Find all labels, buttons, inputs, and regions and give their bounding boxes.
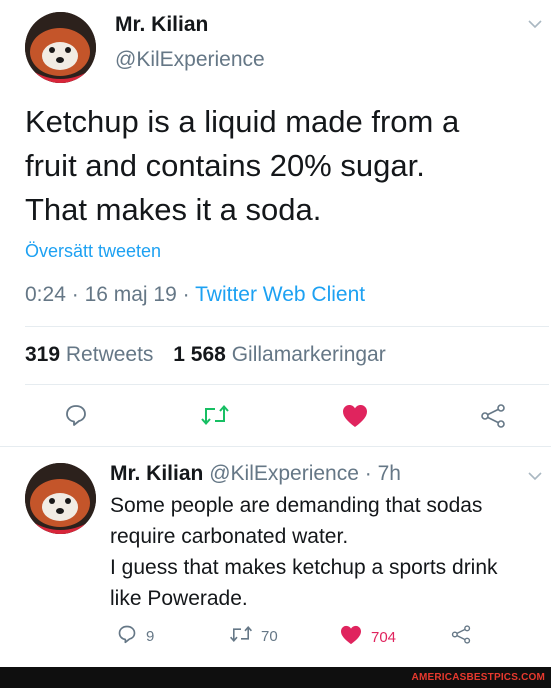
likes-stat[interactable]: 1 568 Gillamarkeringar xyxy=(173,343,385,366)
retweets-count: 319 xyxy=(25,343,61,366)
tweet-text-line: That makes it a soda. xyxy=(25,192,322,227)
tweet-date[interactable]: 16 maj 19 xyxy=(85,283,177,306)
translate-link[interactable]: Översätt tweeten xyxy=(25,241,161,262)
watermark-text: AMERICASBESTPICS.COM xyxy=(411,672,545,683)
retweet-action[interactable]: 70 xyxy=(229,625,278,648)
like-count: 704 xyxy=(371,629,397,646)
reply-text-line: require carbonated water. xyxy=(110,525,349,548)
red-panda-avatar-image xyxy=(25,12,96,83)
heart-icon[interactable] xyxy=(342,404,368,433)
retweet-icon[interactable] xyxy=(200,404,230,431)
divider xyxy=(25,326,549,327)
chevron-down-icon[interactable] xyxy=(528,16,542,34)
tweet-time[interactable]: 0:24 xyxy=(25,283,66,306)
divider xyxy=(25,384,549,385)
like-action[interactable]: 704 xyxy=(340,625,396,650)
reply-avatar[interactable] xyxy=(25,463,96,534)
tweet-text-line: Ketchup is a liquid made from a xyxy=(25,104,460,139)
reply-icon xyxy=(117,624,137,649)
reply-header: Mr. Kilian @KilExperience · 7h xyxy=(110,462,401,486)
reply-author-handle[interactable]: @KilExperience xyxy=(209,462,359,485)
retweet-icon xyxy=(229,625,253,648)
tweet-meta: 0:24 · 16 maj 19 · Twitter Web Client xyxy=(25,283,365,307)
heart-icon xyxy=(340,625,362,650)
likes-count: 1 568 xyxy=(173,343,226,366)
tweet-stats: 319 Retweets 1 568 Gillamarkeringar xyxy=(25,343,386,367)
share-icon[interactable] xyxy=(480,404,506,433)
share-icon[interactable] xyxy=(451,625,471,649)
reply-text-line: like Powerade. xyxy=(110,587,248,610)
meta-separator: · xyxy=(364,462,372,485)
reply-age[interactable]: 7h xyxy=(378,462,401,485)
red-panda-avatar-image xyxy=(25,463,96,534)
reply-icon[interactable] xyxy=(64,403,88,432)
reply-text: Some people are demanding that sodas req… xyxy=(110,490,498,614)
reply-action[interactable]: 9 xyxy=(117,624,154,649)
reply-text-line: I guess that makes ketchup a sports drin… xyxy=(110,556,498,579)
retweets-label: Retweets xyxy=(65,343,154,366)
chevron-down-icon[interactable] xyxy=(528,468,542,486)
retweets-stat[interactable]: 319 Retweets xyxy=(25,343,159,366)
avatar[interactable] xyxy=(25,12,96,83)
tweet-source-link[interactable]: Twitter Web Client xyxy=(195,283,365,306)
reply-author-name[interactable]: Mr. Kilian xyxy=(110,462,203,485)
author-name[interactable]: Mr. Kilian xyxy=(115,13,208,37)
author-handle[interactable]: @KilExperience xyxy=(115,48,265,72)
meta-separator: · xyxy=(71,283,79,306)
reply-count: 9 xyxy=(146,628,155,645)
meta-separator: · xyxy=(182,283,190,306)
likes-label: Gillamarkeringar xyxy=(231,343,386,366)
tweet-text: Ketchup is a liquid made from a fruit an… xyxy=(25,100,459,232)
retweet-count: 70 xyxy=(261,628,278,645)
tweet-text-line: fruit and contains 20% sugar. xyxy=(25,148,425,183)
reply-text-line: Some people are demanding that sodas xyxy=(110,494,483,517)
divider xyxy=(0,446,551,447)
